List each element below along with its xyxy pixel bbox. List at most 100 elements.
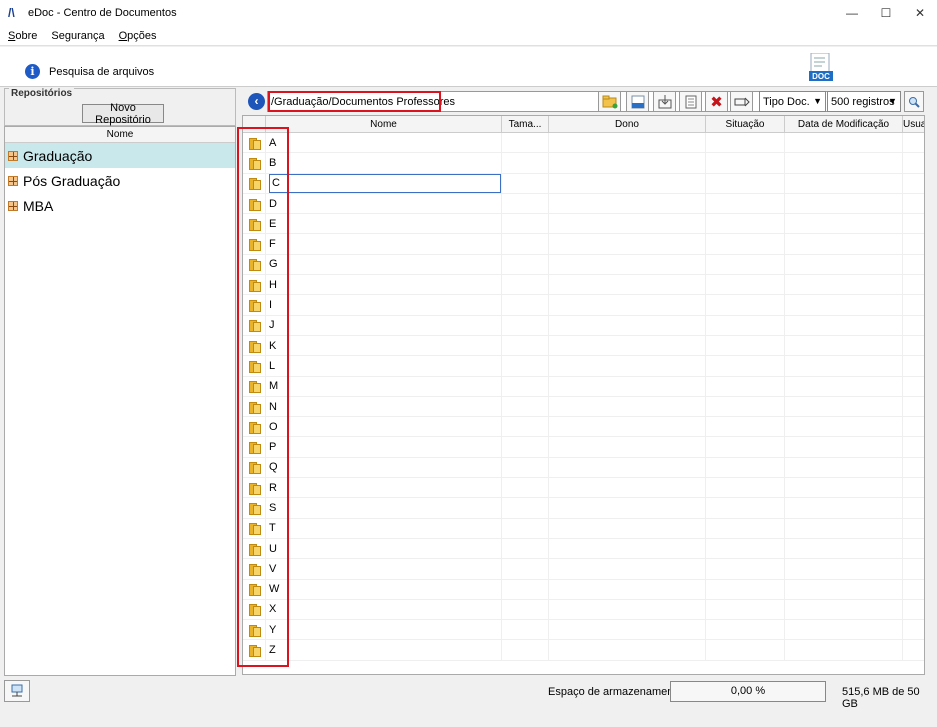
search-icon	[909, 96, 920, 108]
repository-item-mba[interactable]: MBA	[5, 193, 235, 218]
folder-row[interactable]: Z	[243, 640, 924, 661]
column-header-owner[interactable]: Dono	[549, 116, 706, 133]
new-folder-button[interactable]	[598, 91, 621, 112]
folder-row[interactable]: U	[243, 538, 924, 560]
grid-cell	[785, 315, 903, 335]
column-header-icon[interactable]	[243, 116, 266, 133]
folder-row[interactable]: O	[243, 417, 924, 438]
column-header-user[interactable]: Usuar	[903, 116, 924, 133]
folder-row[interactable]: K	[243, 335, 924, 357]
grid-cell	[502, 538, 549, 559]
column-header-modified[interactable]: Data de Modificação	[785, 116, 903, 133]
folder-icon	[248, 137, 261, 150]
expand-icon[interactable]	[8, 175, 18, 186]
grid-cell	[903, 498, 924, 517]
folder-row[interactable]: N	[243, 396, 924, 418]
column-header-size[interactable]: Tama...	[502, 116, 549, 133]
grid-cell	[785, 234, 903, 254]
folder-name-cell: K	[266, 335, 502, 356]
repositories-group: Repositórios Novo Repositório	[4, 88, 236, 126]
grid-cell	[903, 153, 924, 172]
folder-name-cell: H	[266, 275, 502, 295]
folder-row[interactable]: G	[243, 254, 924, 276]
grid-cell	[785, 518, 903, 538]
folder-name-cell: C	[266, 173, 502, 193]
folder-row[interactable]: R	[243, 478, 924, 499]
status-bar: Espaço de armazenamento: 0,00 % 515,6 MB…	[0, 678, 937, 710]
folder-row[interactable]: S	[243, 498, 924, 519]
properties-button[interactable]	[679, 91, 702, 112]
menu-opcoes[interactable]: Opções	[119, 30, 157, 42]
menu-seguranca[interactable]: Segurança	[51, 30, 104, 42]
menu-sobre[interactable]: Sobre	[8, 30, 37, 42]
repository-item-pos-graduacao[interactable]: Pós Graduação	[5, 168, 235, 193]
repository-label: Pós Graduação	[23, 172, 121, 189]
folder-row[interactable]: D	[243, 193, 924, 215]
grid-cell	[549, 133, 706, 153]
folder-row[interactable]: M	[243, 376, 924, 397]
folder-row[interactable]: Q	[243, 457, 924, 479]
folder-row[interactable]: Y	[243, 620, 924, 641]
folder-name-cell: V	[266, 559, 502, 579]
folder-row[interactable]: J	[243, 315, 924, 336]
grid-cell	[549, 153, 706, 173]
folder-row[interactable]: H	[243, 275, 924, 296]
maximize-button[interactable]: ☐	[869, 0, 903, 26]
folder-icon-cell	[243, 315, 266, 335]
download-button[interactable]	[653, 91, 676, 112]
folder-name-cell: P	[266, 437, 502, 457]
chevron-down-icon: ▼	[813, 96, 822, 106]
new-repository-button[interactable]: Novo Repositório	[82, 102, 164, 126]
records-select[interactable]: 500 registros ▼	[827, 91, 901, 112]
grid-cell	[903, 620, 924, 639]
folder-row[interactable]: F	[243, 234, 924, 255]
expand-icon[interactable]	[8, 200, 18, 211]
grid-cell	[706, 153, 785, 173]
column-header-name[interactable]: Nome	[266, 116, 502, 133]
folder-row[interactable]: C	[243, 173, 924, 194]
grid-cell	[502, 579, 549, 599]
grid-cell	[549, 193, 706, 214]
minimize-button[interactable]: —	[835, 0, 869, 26]
folder-row[interactable]: L	[243, 356, 924, 377]
folder-row[interactable]: X	[243, 599, 924, 621]
move-button[interactable]	[730, 91, 753, 112]
expand-icon[interactable]	[8, 150, 18, 161]
back-button[interactable]: ‹	[248, 93, 265, 110]
folder-row[interactable]: W	[243, 579, 924, 600]
grid-cell	[549, 335, 706, 356]
folder-icon-cell	[243, 437, 266, 457]
folder-row[interactable]: E	[243, 214, 924, 235]
repository-column-header[interactable]: Nome	[5, 127, 235, 143]
folder-name-cell: E	[266, 214, 502, 234]
folder-row[interactable]: P	[243, 437, 924, 458]
grid-cell	[903, 417, 924, 436]
folder-row[interactable]: A	[243, 133, 924, 154]
new-document-button[interactable]	[626, 91, 649, 112]
folder-icon	[248, 461, 261, 475]
folder-row[interactable]: B	[243, 153, 924, 174]
folder-row[interactable]: V	[243, 559, 924, 580]
network-button[interactable]	[4, 680, 30, 702]
close-button[interactable]: ✕	[903, 0, 937, 26]
column-header-status[interactable]: Situação	[706, 116, 785, 133]
folder-row[interactable]: T	[243, 518, 924, 539]
folder-name-edit-input[interactable]: C	[269, 173, 501, 193]
folder-icon	[248, 421, 261, 434]
folder-name: E	[269, 217, 277, 230]
download-icon	[658, 94, 671, 108]
delete-button[interactable]: ✖	[705, 91, 728, 112]
grid-cell	[785, 254, 903, 275]
grid-cell	[903, 478, 924, 497]
grid-cell	[502, 376, 549, 396]
grid-header: Nome Tama... Dono Situação Data de Modif…	[243, 116, 924, 133]
folder-icon-cell	[243, 356, 266, 376]
grid-cell	[785, 640, 903, 660]
network-icon	[11, 684, 23, 697]
folder-icon-cell	[243, 457, 266, 478]
doc-type-select[interactable]: Tipo Doc. ▼	[759, 91, 826, 112]
search-button[interactable]	[904, 91, 924, 112]
folder-row[interactable]: I	[243, 295, 924, 316]
repository-item-graduacao[interactable]: Graduação	[5, 143, 235, 168]
grid-cell	[549, 376, 706, 396]
